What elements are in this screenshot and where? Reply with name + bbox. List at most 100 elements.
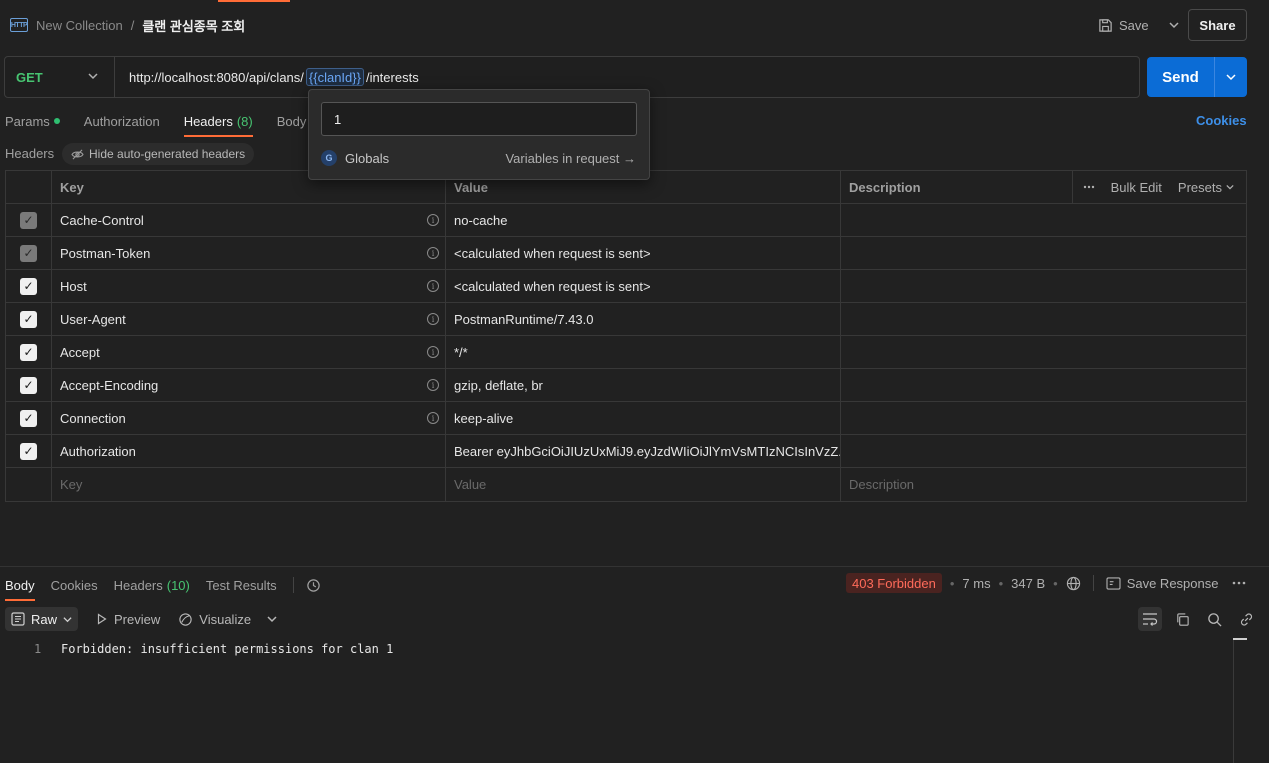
new-description-input[interactable]: Description — [841, 468, 1246, 501]
url-prefix: http://localhost:8080/api/clans/ — [129, 69, 304, 85]
history-icon[interactable] — [306, 578, 321, 593]
response-tab-test-results[interactable]: Test Results — [206, 578, 277, 593]
response-tab-test-results-label: Test Results — [205, 577, 277, 593]
row-description — [841, 369, 1246, 401]
response-tab-cookies[interactable]: Cookies — [51, 578, 98, 593]
search-icon[interactable] — [1202, 607, 1226, 631]
checkbox[interactable]: ✓ — [20, 409, 37, 427]
tab-headers[interactable]: Headers (8) — [183, 113, 253, 137]
row-value: gzip, deflate, br — [446, 369, 841, 401]
response-size[interactable]: 347 B — [1011, 576, 1045, 591]
save-button[interactable]: Save — [1119, 18, 1149, 33]
checkbox[interactable]: ✓ — [20, 310, 37, 328]
checkbox[interactable]: ✓ — [20, 277, 37, 295]
save-button-group[interactable]: Save — [1098, 14, 1179, 36]
hide-auto-label: Hide auto-generated headers — [89, 147, 246, 161]
row-value[interactable]: Bearer eyJhbGciOiJIUzUxMiJ9.eyJzdWIiOiJl… — [446, 435, 841, 467]
share-button[interactable]: Share — [1188, 9, 1247, 41]
response-divider[interactable] — [0, 566, 1269, 567]
info-icon[interactable]: i — [427, 280, 439, 292]
variable-value-input[interactable]: 1 — [321, 102, 637, 136]
tab-authorization[interactable]: Authorization — [84, 114, 160, 129]
tab-params[interactable]: Params — [5, 114, 60, 129]
row-value-text: no-cache — [454, 212, 508, 228]
scrollbar-thumb[interactable] — [1233, 638, 1247, 640]
response-body-text: Forbidden: insufficient permissions for … — [61, 642, 394, 656]
checkbox[interactable]: ✓ — [20, 442, 37, 460]
wrap-lines-icon[interactable] — [1138, 607, 1162, 631]
chevron-down-icon — [63, 616, 72, 622]
checkbox: ✓ — [20, 244, 37, 262]
url-input[interactable]: http://localhost:8080/api/clans/ {{clanI… — [129, 67, 419, 87]
method-select[interactable]: GET — [5, 57, 115, 97]
preview-button[interactable]: Preview — [96, 612, 160, 627]
new-value-input[interactable]: Value — [446, 468, 841, 501]
more-options-icon[interactable] — [1071, 170, 1095, 204]
link-icon[interactable] — [1234, 607, 1258, 631]
copy-icon[interactable] — [1170, 607, 1194, 631]
breadcrumb-collection[interactable]: New Collection — [36, 18, 123, 33]
info-icon[interactable]: i — [427, 247, 439, 259]
url-variable-pill[interactable]: {{clanId}} — [305, 68, 364, 86]
info-icon[interactable]: i — [427, 313, 439, 325]
send-button[interactable]: Send — [1147, 69, 1214, 86]
row-key: Accept-Encoding i — [52, 369, 446, 401]
response-tab-headers[interactable]: Headers (10) — [114, 578, 190, 593]
table-row: ✓ Connection i keep-alive — [6, 402, 1246, 435]
send-options-chevron-icon[interactable] — [1215, 72, 1247, 82]
row-key: User-Agent i — [52, 303, 446, 335]
save-response-button[interactable]: Save Response — [1106, 576, 1218, 591]
globe-icon[interactable] — [1066, 576, 1081, 591]
eye-off-icon — [71, 149, 84, 160]
preview-label: Preview — [114, 611, 161, 627]
row-key-text: Postman-Token — [60, 245, 151, 261]
status-badge[interactable]: 403 Forbidden — [846, 573, 942, 593]
row-value-text: Bearer eyJhbGciOiJIUzUxMiJ9.eyJzdWIiOiJl… — [454, 443, 841, 459]
hide-auto-generated-button[interactable]: Hide auto-generated headers — [62, 143, 255, 165]
send-button-group[interactable]: Send — [1147, 57, 1247, 97]
new-key-input[interactable]: Key — [52, 468, 446, 501]
visualize-button[interactable]: Visualize — [178, 612, 251, 627]
tab-body[interactable]: Body — [277, 114, 307, 129]
visualize-label: Visualize — [199, 611, 252, 627]
scrollbar-track[interactable] — [1233, 638, 1234, 763]
cookies-link[interactable]: Cookies — [1196, 113, 1247, 128]
save-response-icon — [1106, 576, 1121, 590]
headers-table: Key Value Description Bulk Edit Presets … — [5, 170, 1247, 502]
save-options-chevron-icon[interactable] — [1169, 20, 1179, 30]
checkbox[interactable]: ✓ — [20, 343, 37, 361]
save-icon — [1098, 18, 1113, 33]
row-description — [841, 270, 1246, 302]
row-key[interactable]: Authorization — [52, 435, 446, 467]
headers-section-label: Headers — [5, 146, 55, 161]
info-icon[interactable]: i — [427, 412, 439, 424]
row-description[interactable] — [841, 435, 1246, 467]
row-key: Cache-Control i — [52, 204, 446, 236]
info-icon[interactable]: i — [427, 379, 439, 391]
info-icon[interactable]: i — [427, 214, 439, 226]
more-options-icon[interactable] — [1232, 581, 1246, 585]
request-name[interactable]: 클랜 관심종목 조회 — [142, 16, 245, 35]
presets-dropdown[interactable]: Presets — [1178, 180, 1234, 195]
row-description — [841, 303, 1246, 335]
row-description — [841, 204, 1246, 236]
visualize-chevron-down-icon[interactable] — [267, 614, 277, 624]
row-value-text: <calculated when request is sent> — [454, 278, 651, 294]
checkbox[interactable]: ✓ — [20, 376, 37, 394]
table-row: ✓ Host i <calculated when request is sent… — [6, 270, 1246, 303]
row-value-text: gzip, deflate, br — [454, 377, 543, 393]
response-time[interactable]: 7 ms — [962, 576, 990, 591]
bulk-edit-button[interactable]: Bulk Edit — [1111, 180, 1162, 195]
table-row: ✓ Cache-Control i no-cache — [6, 204, 1246, 237]
tab-headers-count: (8) — [236, 113, 253, 129]
info-icon[interactable]: i — [427, 346, 439, 358]
document-icon — [11, 612, 25, 626]
response-tab-body[interactable]: Body — [5, 578, 35, 601]
row-key-text: Accept — [60, 344, 100, 360]
variables-in-request-link[interactable]: Variables in request → — [505, 151, 636, 166]
table-row: ✓ Accept-Encoding i gzip, deflate, br — [6, 369, 1246, 402]
format-select[interactable]: Raw — [5, 607, 79, 631]
http-request-icon: HTTP — [10, 18, 28, 32]
row-value-text: <calculated when request is sent> — [454, 245, 651, 261]
row-value: */* — [446, 336, 841, 368]
